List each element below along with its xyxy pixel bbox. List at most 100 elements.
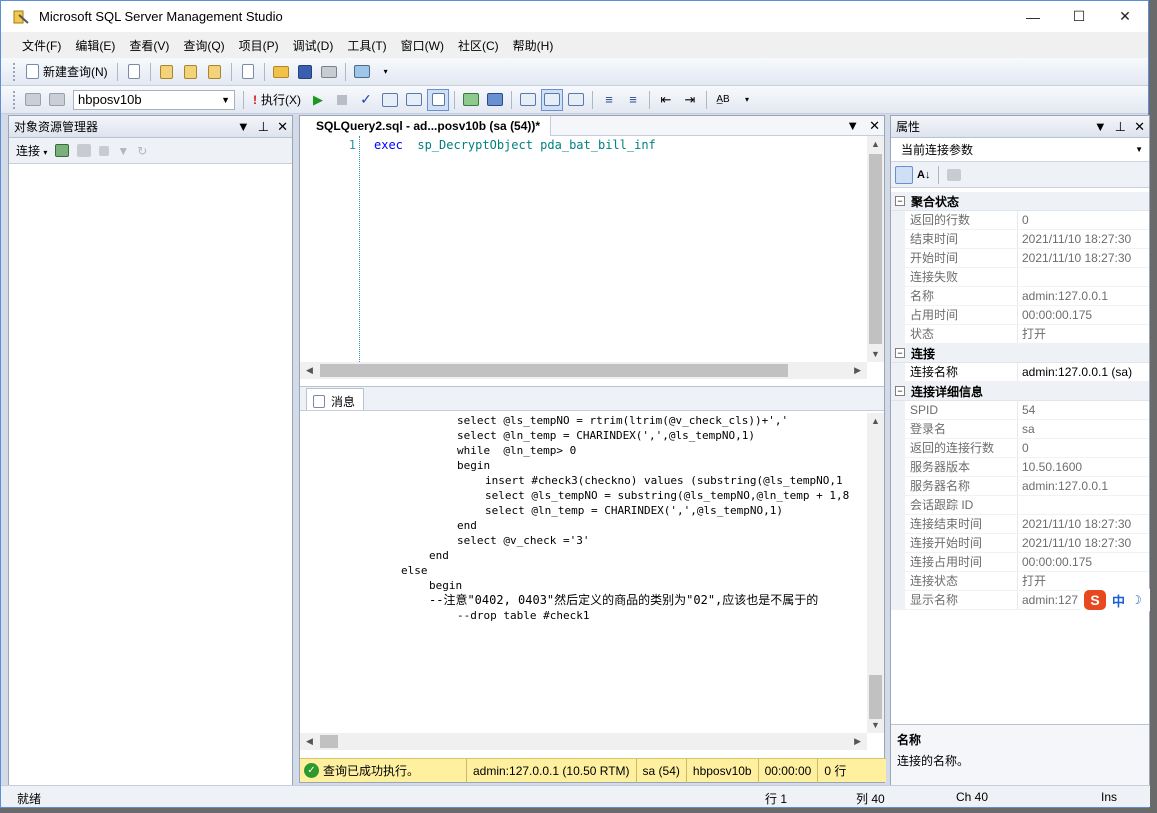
editor-horizontal-scrollbar[interactable]: ◀ ▶ bbox=[300, 362, 867, 379]
results-to-grid-button[interactable] bbox=[541, 88, 563, 111]
menu-community[interactable]: 社区(C) bbox=[451, 37, 506, 54]
analysis-query-button[interactable] bbox=[156, 61, 178, 83]
dmx-query-button[interactable] bbox=[180, 61, 202, 83]
dropdown-icon[interactable]: ▼ bbox=[237, 119, 250, 135]
pin-icon[interactable]: ⊥ bbox=[1115, 119, 1126, 135]
messages-text[interactable]: select @ls_tempNO = rtrim(ltrim(@v_check… bbox=[300, 413, 865, 733]
property-row[interactable]: 连接结束时间 2021/11/10 18:27:30 bbox=[891, 515, 1149, 534]
scroll-thumb[interactable] bbox=[869, 154, 882, 344]
save-button[interactable] bbox=[294, 61, 316, 83]
close-icon[interactable]: ✕ bbox=[1134, 119, 1145, 135]
property-row[interactable]: 服务器名称 admin:127.0.0.1 bbox=[891, 477, 1149, 496]
uncomment-button[interactable]: ≡ bbox=[622, 89, 644, 111]
messages-tab[interactable]: 消息 bbox=[306, 388, 365, 410]
print-button[interactable] bbox=[318, 61, 340, 83]
menu-tools[interactable]: 工具(T) bbox=[340, 37, 393, 54]
property-row[interactable]: 返回的行数 0 bbox=[891, 211, 1149, 230]
property-row[interactable]: SPID 54 bbox=[891, 401, 1149, 420]
database-engine-query-button[interactable] bbox=[123, 61, 145, 83]
available-databases-select[interactable]: hbposv10b ▼ bbox=[73, 89, 235, 110]
properties-object-select[interactable]: 当前连接参数 ▼ bbox=[891, 138, 1149, 162]
connect-server-icon[interactable] bbox=[55, 144, 70, 157]
display-estimated-plan-button[interactable] bbox=[379, 89, 401, 111]
scroll-thumb[interactable] bbox=[320, 735, 338, 748]
ime-indicator[interactable]: S 中 ☽ bbox=[1080, 588, 1150, 612]
scroll-right-icon[interactable]: ▶ bbox=[854, 365, 861, 376]
scroll-thumb[interactable] bbox=[869, 675, 882, 719]
debug-button[interactable]: ▶ bbox=[307, 89, 329, 111]
close-icon[interactable]: ✕ bbox=[277, 119, 288, 135]
xmla-query-button[interactable] bbox=[204, 61, 226, 83]
scroll-up-icon[interactable]: ▲ bbox=[871, 139, 880, 149]
specify-template-values-button[interactable]: A̲B bbox=[712, 89, 734, 111]
code-editor[interactable]: 1 exec sp_DecryptObject pda_bat_bill_inf… bbox=[300, 136, 884, 382]
comment-button[interactable]: ≡ bbox=[598, 89, 620, 111]
toolbar-grip[interactable] bbox=[13, 62, 17, 81]
connect-dropdown[interactable]: 连接 ▾ bbox=[16, 142, 47, 159]
menu-project[interactable]: 项目(P) bbox=[232, 37, 286, 54]
scroll-down-icon[interactable]: ▼ bbox=[871, 349, 880, 359]
alphabetical-icon[interactable]: A↓ bbox=[917, 169, 930, 181]
property-row[interactable]: 连接名称 admin:127.0.0.1 (sa) bbox=[891, 363, 1149, 382]
include-plan-button[interactable] bbox=[484, 89, 506, 111]
property-row[interactable]: 开始时间 2021/11/10 18:27:30 bbox=[891, 249, 1149, 268]
close-icon[interactable]: ✕ bbox=[869, 118, 880, 134]
close-button[interactable]: ✕ bbox=[1102, 1, 1148, 32]
menu-query[interactable]: 查询(Q) bbox=[176, 37, 231, 54]
categorized-icon[interactable] bbox=[895, 165, 913, 184]
property-row[interactable]: 连接占用时间 00:00:00.175 bbox=[891, 553, 1149, 572]
disconnect-icon[interactable] bbox=[77, 144, 92, 157]
toolbar-overflow-icon[interactable]: ▾ bbox=[375, 61, 397, 83]
property-row[interactable]: 登录名 sa bbox=[891, 420, 1149, 439]
decrease-indent-button[interactable]: ⇤ bbox=[655, 89, 677, 111]
new-query-button[interactable]: 新建查询(N) bbox=[22, 61, 112, 83]
property-row[interactable]: 状态 打开 bbox=[891, 325, 1149, 344]
scroll-down-icon[interactable]: ▼ bbox=[871, 720, 880, 730]
sql-compact-query-button[interactable] bbox=[237, 61, 259, 83]
dropdown-icon[interactable]: ▼ bbox=[1094, 119, 1107, 135]
property-row[interactable]: 连接开始时间 2021/11/10 18:27:30 bbox=[891, 534, 1149, 553]
intellisense-button[interactable] bbox=[460, 89, 482, 111]
menu-help[interactable]: 帮助(H) bbox=[506, 37, 561, 54]
filter-icon[interactable]: ▼ bbox=[117, 144, 129, 158]
change-connection-button[interactable] bbox=[46, 89, 68, 111]
scroll-left-icon[interactable]: ◀ bbox=[306, 736, 313, 747]
property-category[interactable]: − 聚合状态 bbox=[891, 192, 1149, 211]
scroll-right-icon[interactable]: ▶ bbox=[854, 736, 861, 747]
property-row[interactable]: 结束时间 2021/11/10 18:27:30 bbox=[891, 230, 1149, 249]
property-row[interactable]: 占用时间 00:00:00.175 bbox=[891, 306, 1149, 325]
open-file-button[interactable] bbox=[270, 61, 292, 83]
menu-window[interactable]: 窗口(W) bbox=[394, 37, 451, 54]
minimize-button[interactable]: — bbox=[1010, 1, 1056, 32]
toolbar-overflow-icon[interactable]: ▾ bbox=[736, 89, 758, 111]
property-row[interactable]: 名称 admin:127.0.0.1 bbox=[891, 287, 1149, 306]
scroll-up-icon[interactable]: ▲ bbox=[871, 416, 880, 426]
query-document-tab[interactable]: SQLQuery2.sql - ad...posv10b (sa (54))* bbox=[300, 115, 552, 136]
property-row[interactable]: 连接失败 bbox=[891, 268, 1149, 287]
property-row[interactable]: 服务器版本 10.50.1600 bbox=[891, 458, 1149, 477]
query-options-button[interactable] bbox=[427, 88, 449, 111]
menu-file[interactable]: 文件(F) bbox=[15, 37, 68, 54]
connect-button[interactable] bbox=[22, 89, 44, 111]
execute-button[interactable]: ! 执行(X) bbox=[249, 89, 305, 111]
refresh-icon[interactable]: ↻ bbox=[137, 144, 147, 158]
increase-indent-button[interactable]: ⇥ bbox=[679, 89, 701, 111]
parse-button[interactable]: ✓ bbox=[355, 89, 377, 111]
property-row[interactable]: 返回的连接行数 0 bbox=[891, 439, 1149, 458]
property-category[interactable]: − 连接 bbox=[891, 344, 1149, 363]
property-row[interactable]: 会话跟踪 ID bbox=[891, 496, 1149, 515]
messages-horizontal-scrollbar[interactable]: ◀ ▶ bbox=[300, 733, 867, 750]
query-designer-button[interactable] bbox=[403, 89, 425, 111]
editor-vertical-scrollbar[interactable]: ▲ ▼ bbox=[867, 136, 884, 362]
pin-icon[interactable]: ⊥ bbox=[258, 119, 269, 135]
cancel-execution-button[interactable] bbox=[331, 89, 353, 111]
property-pages-icon[interactable] bbox=[947, 168, 962, 181]
property-category[interactable]: − 连接详细信息 bbox=[891, 382, 1149, 401]
maximize-button[interactable]: ☐ bbox=[1056, 1, 1102, 32]
collapse-icon[interactable]: − bbox=[895, 196, 905, 206]
messages-vertical-scrollbar[interactable]: ▲ ▼ bbox=[867, 413, 884, 733]
scroll-thumb[interactable] bbox=[320, 364, 788, 377]
collapse-icon[interactable]: − bbox=[895, 348, 905, 358]
results-to-file-button[interactable] bbox=[565, 89, 587, 111]
stop-icon[interactable] bbox=[99, 145, 110, 156]
